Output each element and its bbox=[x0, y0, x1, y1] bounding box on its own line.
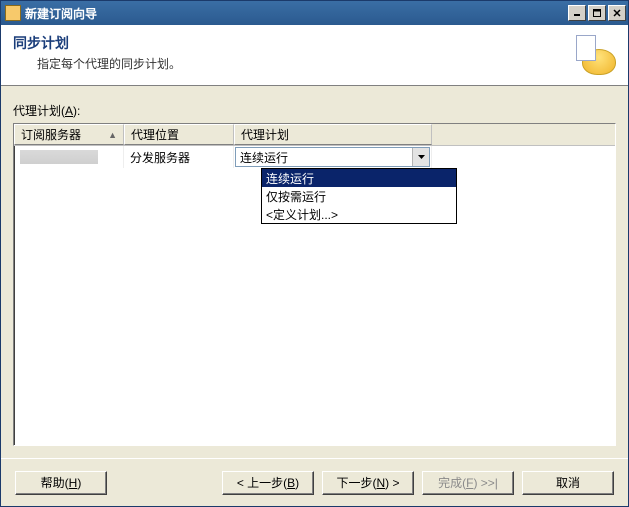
cancel-button[interactable]: 取消 bbox=[522, 471, 614, 495]
cell-subscription-server bbox=[14, 146, 124, 168]
dropdown-option[interactable]: 连续运行 bbox=[262, 169, 456, 187]
finish-button: 完成(F) >>| bbox=[422, 471, 514, 495]
titlebar: 新建订阅向导 bbox=[1, 1, 628, 25]
app-icon bbox=[5, 5, 21, 21]
combobox-selected-text: 连续运行 bbox=[236, 149, 412, 166]
server-name-redacted bbox=[20, 150, 98, 164]
table-row: 分发服务器 连续运行 bbox=[14, 146, 615, 168]
cell-agent-location: 分发服务器 bbox=[124, 146, 234, 168]
dropdown-option[interactable]: 仅按需运行 bbox=[262, 187, 456, 205]
back-button[interactable]: < 上一步(B) bbox=[222, 471, 314, 495]
minimize-button[interactable] bbox=[568, 5, 586, 21]
col-subscription-server[interactable]: 订阅服务器 ▲ bbox=[14, 124, 124, 145]
agent-schedule-label: 代理计划(A): bbox=[13, 102, 616, 119]
page-title: 同步计划 bbox=[13, 33, 566, 53]
col-agent-schedule[interactable]: 代理计划 bbox=[234, 124, 432, 145]
maximize-button[interactable] bbox=[588, 5, 606, 21]
cell-agent-schedule: 连续运行 bbox=[234, 146, 432, 168]
content-area: 代理计划(A): 订阅服务器 ▲ 代理位置 代理计划 分发服务器 bbox=[1, 86, 628, 458]
schedule-dropdown-list[interactable]: 连续运行 仅按需运行 <定义计划...> bbox=[261, 168, 457, 224]
page-subtitle: 指定每个代理的同步计划。 bbox=[13, 55, 566, 72]
dropdown-option[interactable]: <定义计划...> bbox=[262, 205, 456, 223]
col-agent-location[interactable]: 代理位置 bbox=[124, 124, 234, 145]
wizard-window: 新建订阅向导 同步计划 指定每个代理的同步计划。 代理计划(A): bbox=[0, 0, 629, 507]
wizard-icon bbox=[574, 33, 616, 75]
wizard-footer: 帮助(H) < 上一步(B) 下一步(N) > 完成(F) >>| 取消 bbox=[1, 458, 628, 506]
wizard-header-panel: 同步计划 指定每个代理的同步计划。 bbox=[1, 25, 628, 86]
agent-schedule-grid: 订阅服务器 ▲ 代理位置 代理计划 分发服务器 连续运行 bbox=[13, 123, 616, 446]
close-button[interactable] bbox=[608, 5, 626, 21]
window-controls bbox=[566, 5, 626, 21]
combobox-dropdown-button[interactable] bbox=[412, 148, 429, 166]
next-button[interactable]: 下一步(N) > bbox=[322, 471, 414, 495]
schedule-combobox[interactable]: 连续运行 bbox=[235, 147, 430, 167]
sort-indicator-icon: ▲ bbox=[108, 130, 117, 140]
window-title: 新建订阅向导 bbox=[25, 5, 566, 22]
grid-header-row: 订阅服务器 ▲ 代理位置 代理计划 bbox=[14, 124, 615, 146]
help-button[interactable]: 帮助(H) bbox=[15, 471, 107, 495]
